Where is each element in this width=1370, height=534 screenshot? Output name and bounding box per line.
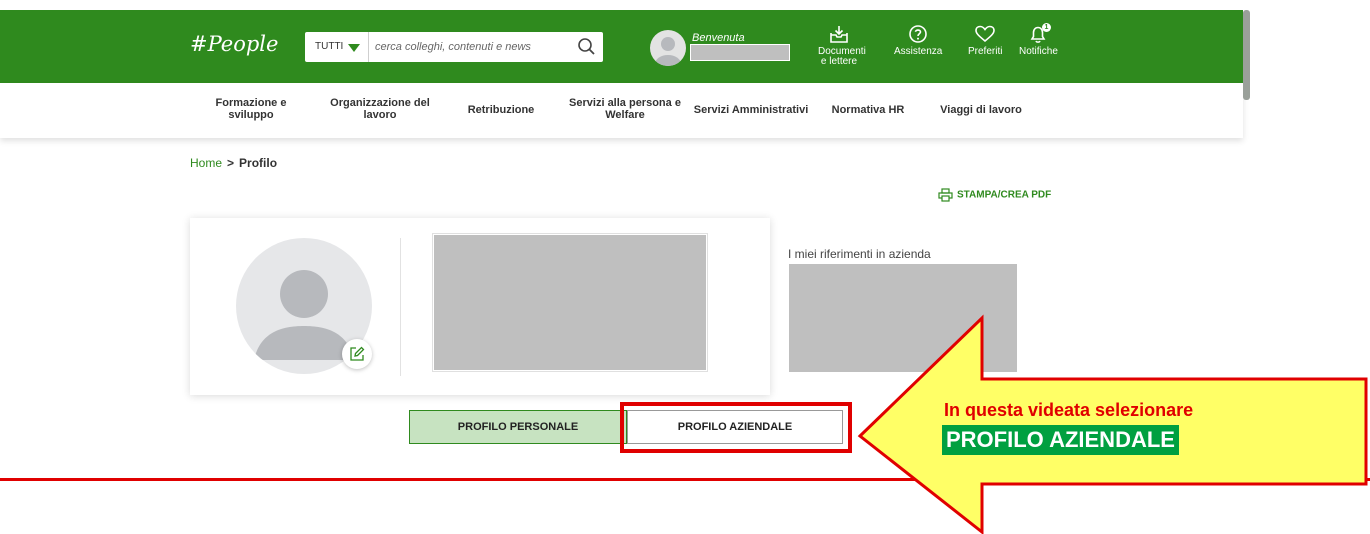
annotation-text-line2: PROFILO AZIENDALE (942, 425, 1179, 455)
annotation-text-line1: In questa videata selezionare (944, 400, 1194, 420)
